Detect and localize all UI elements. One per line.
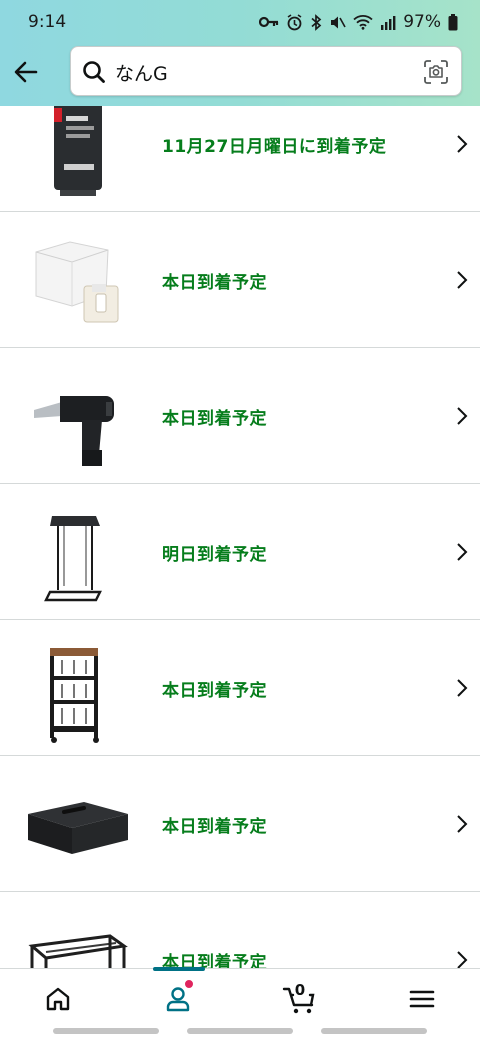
gesture-bar-left (53, 1028, 159, 1034)
delivery-estimate: 本日到着予定 (162, 272, 267, 293)
list-item[interactable]: 本日到着予定 (0, 756, 480, 892)
camera-icon[interactable] (423, 59, 449, 85)
back-arrow-icon[interactable] (10, 56, 42, 88)
search-results-list: 11月27日月曜日に到着予定 本日到着予定 本日到着予定 明日到着予定 本日到着… (0, 106, 480, 968)
delivery-estimate: 本日到着予定 (162, 952, 267, 969)
product-image-air-duster (34, 396, 114, 466)
key-icon (259, 16, 279, 28)
chevron-right-icon[interactable] (452, 542, 472, 562)
list-item[interactable]: 11月27日月曜日に到着予定 (0, 106, 480, 212)
notification-badge (184, 979, 194, 989)
wifi-icon (353, 15, 373, 30)
list-item[interactable]: 本日到着予定 (0, 620, 480, 756)
list-item[interactable]: 本日到着予定 (0, 892, 480, 968)
product-image-metal-rack (28, 934, 128, 968)
list-item[interactable]: 明日到着予定 (0, 484, 480, 620)
bluetooth-icon (311, 13, 322, 31)
bottom-nav: 0 (0, 967, 480, 1028)
product-image-side-table (44, 516, 102, 602)
battery-percent: 97% (403, 12, 441, 32)
status-icons: 97% (259, 11, 458, 33)
chevron-right-icon[interactable] (452, 814, 472, 834)
product-image-tissue-box (28, 802, 128, 854)
search-input[interactable]: なんG (70, 46, 462, 96)
status-time: 9:14 (28, 12, 67, 32)
search-query[interactable]: なんG (115, 59, 168, 86)
cart-count: 0 (294, 981, 306, 999)
delivery-estimate: 本日到着予定 (162, 816, 267, 837)
nav-home[interactable] (40, 981, 76, 1017)
app-header: 9:14 97% なんG (0, 0, 480, 106)
nav-account[interactable] (160, 979, 196, 1017)
menu-icon[interactable] (404, 981, 440, 1017)
delivery-estimate: 本日到着予定 (162, 408, 267, 429)
status-bar: 9:14 97% (0, 0, 480, 44)
list-item[interactable]: 本日到着予定 (0, 212, 480, 348)
chevron-right-icon[interactable] (452, 950, 472, 968)
battery-icon (448, 13, 458, 30)
delivery-estimate: 11月27日月曜日に到着予定 (162, 136, 387, 157)
active-tab-indicator (153, 967, 205, 971)
gesture-bar-right (321, 1028, 427, 1034)
product-image-usb-ssd (54, 106, 102, 196)
chevron-right-icon[interactable] (452, 678, 472, 698)
delivery-estimate: 明日到着予定 (162, 544, 267, 565)
list-item[interactable]: 本日到着予定 (0, 348, 480, 484)
search-icon[interactable] (81, 59, 107, 85)
signal-icon (381, 15, 396, 30)
delivery-estimate: 本日到着予定 (162, 680, 267, 701)
home-icon[interactable] (40, 981, 76, 1017)
chevron-right-icon[interactable] (452, 406, 472, 426)
chevron-right-icon[interactable] (452, 134, 472, 154)
nav-cart[interactable]: 0 (282, 981, 318, 1017)
product-image-rolling-cart (50, 648, 99, 743)
mute-icon (331, 16, 346, 28)
chevron-right-icon[interactable] (452, 270, 472, 290)
gesture-bar-center (187, 1028, 293, 1034)
product-image-smart-switch (35, 241, 119, 323)
alarm-icon (287, 13, 302, 30)
nav-menu[interactable] (404, 981, 440, 1017)
